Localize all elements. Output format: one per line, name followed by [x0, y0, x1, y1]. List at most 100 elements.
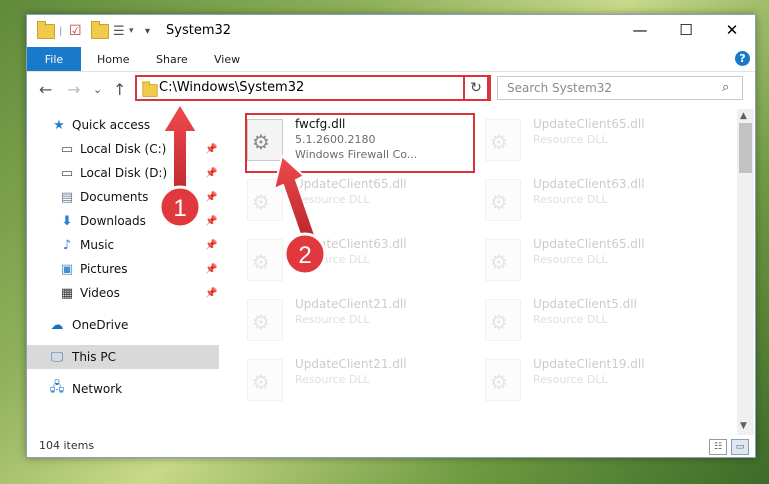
file-name: UpdateClient19.dll — [533, 357, 645, 371]
chevron-down-icon[interactable]: ▾ — [129, 21, 134, 41]
tab-share[interactable]: Share — [156, 47, 188, 71]
dll-file-icon — [485, 359, 521, 401]
sidebar-item-label: Network — [72, 382, 123, 396]
file-name: UpdateClient65.dll — [533, 117, 645, 131]
explorer-window: | ☑ ☰ ▾ ▾ System32 — ☐ ✕ File Home Share… — [26, 14, 756, 458]
picture-icon: ▣ — [60, 261, 74, 277]
file-name: UpdateClient65.dll — [533, 237, 645, 251]
navigation-bar: ← → ⌄ ↑ C:\Windows\System32 ⌄ ↻ Search S… — [27, 72, 755, 108]
properties-icon[interactable]: ☑ — [69, 21, 82, 41]
file-item[interactable]: UpdateClient63.dll Resource DLL — [237, 231, 467, 289]
sidebar-item-pictures[interactable]: ▣ Pictures 📌 — [27, 257, 219, 281]
file-item[interactable]: UpdateClient5.dll Resource DLL — [475, 291, 705, 349]
drive-icon: ▭ — [60, 165, 74, 181]
file-item[interactable]: UpdateClient21.dll Resource DLL — [237, 351, 467, 409]
network-icon: 🖧 — [49, 380, 65, 395]
file-name: UpdateClient21.dll — [295, 297, 407, 311]
pin-icon[interactable]: 📌 — [205, 240, 217, 251]
file-description: Resource DLL — [533, 373, 608, 386]
dll-file-icon — [247, 239, 283, 281]
file-item[interactable]: UpdateClient21.dll Resource DLL — [237, 291, 467, 349]
drive-icon: ▭ — [60, 141, 74, 157]
folder-icon — [37, 20, 55, 41]
sidebar-item-network[interactable]: 🖧 Network — [27, 377, 219, 401]
file-description: Resource DLL — [295, 373, 370, 386]
dll-file-icon — [247, 359, 283, 401]
sidebar-item-label: Local Disk (D:) — [80, 166, 168, 180]
sidebar-item-local-disk-d[interactable]: ▭ Local Disk (D:) 📌 — [27, 161, 219, 185]
scroll-down-icon[interactable]: ▼ — [740, 421, 747, 431]
address-text[interactable]: C:\Windows\System32 — [159, 80, 304, 95]
sidebar-item-label: Videos — [80, 286, 120, 300]
file-description: Resource DLL — [295, 193, 370, 206]
dll-file-icon — [485, 119, 521, 161]
scroll-up-icon[interactable]: ▲ — [740, 111, 747, 121]
title-bar: | ☑ ☰ ▾ ▾ System32 — ☐ ✕ — [27, 15, 755, 47]
star-icon: ★ — [53, 117, 65, 133]
pin-icon[interactable]: 📌 — [205, 288, 217, 299]
search-input[interactable]: Search System32 ⌕ — [497, 76, 743, 100]
sidebar-item-videos[interactable]: ▦ Videos 📌 — [27, 281, 219, 305]
file-item[interactable]: UpdateClient65.dll Resource DLL — [237, 171, 467, 229]
file-description: Resource DLL — [533, 313, 608, 326]
sidebar-item-label: Documents — [80, 190, 149, 204]
sidebar-item-quick-access[interactable]: ★ Quick access — [27, 113, 219, 137]
pin-icon[interactable]: 📌 — [205, 168, 217, 179]
sidebar-item-onedrive[interactable]: ☁ OneDrive — [27, 313, 219, 337]
file-item[interactable]: UpdateClient19.dll Resource DLL — [475, 351, 705, 409]
sidebar-item-this-pc[interactable]: 🖵 This PC — [27, 345, 219, 369]
document-icon: ▤ — [60, 189, 74, 205]
ribbon-tabs: File Home Share View ? — [27, 47, 755, 72]
sidebar-item-label: Downloads — [80, 214, 146, 228]
dll-file-icon — [485, 299, 521, 341]
up-button[interactable]: ↑ — [113, 80, 126, 99]
quick-access-toolbar-dropdown[interactable]: ▾ — [145, 21, 150, 41]
pin-icon[interactable]: 📌 — [205, 216, 217, 227]
file-description: Resource DLL — [533, 253, 608, 266]
forward-button[interactable]: → — [67, 80, 80, 99]
tab-home[interactable]: Home — [97, 47, 129, 71]
sidebar-item-documents[interactable]: ▤ Documents 📌 — [27, 185, 219, 209]
minimize-button[interactable]: — — [617, 15, 663, 45]
tab-file[interactable]: File — [27, 47, 81, 71]
file-item[interactable]: UpdateClient63.dll Resource DLL — [475, 171, 705, 229]
customize-icon[interactable]: ☰ — [113, 21, 125, 41]
item-count: 104 items — [39, 439, 95, 452]
file-name: UpdateClient5.dll — [533, 297, 637, 311]
back-button[interactable]: ← — [39, 80, 52, 99]
recent-locations-button[interactable]: ⌄ — [93, 83, 102, 96]
download-icon: ⬇ — [61, 213, 73, 229]
window-title: System32 — [166, 23, 232, 38]
pin-icon[interactable]: 📌 — [205, 192, 217, 203]
folder-icon — [142, 81, 158, 97]
maximize-button[interactable]: ☐ — [663, 15, 709, 45]
file-item[interactable]: UpdateClient65.dll Resource DLL — [475, 111, 705, 169]
address-bar[interactable]: C:\Windows\System32 ⌄ — [135, 75, 491, 101]
refresh-button[interactable]: ↻ — [463, 75, 489, 101]
close-button[interactable]: ✕ — [709, 15, 755, 45]
file-item[interactable]: UpdateClient65.dll Resource DLL — [475, 231, 705, 289]
file-name: UpdateClient63.dll — [533, 177, 645, 191]
details-view-icon[interactable]: ☷ — [709, 439, 727, 455]
scroll-thumb[interactable] — [739, 123, 752, 173]
help-button[interactable]: ? — [735, 51, 750, 66]
dll-file-icon — [485, 179, 521, 221]
search-icon[interactable]: ⌕ — [722, 80, 729, 95]
sidebar-item-downloads[interactable]: ⬇ Downloads 📌 — [27, 209, 219, 233]
vertical-scrollbar[interactable]: ▲ ▼ — [737, 109, 754, 435]
tab-view[interactable]: View — [214, 47, 240, 71]
file-highlight-box — [245, 113, 475, 173]
sidebar-item-label: Local Disk (C:) — [80, 142, 167, 156]
sidebar-item-label: OneDrive — [72, 318, 129, 332]
separator: | — [59, 25, 63, 37]
file-name: UpdateClient63.dll — [295, 237, 407, 251]
file-description: Resource DLL — [533, 133, 608, 146]
pin-icon[interactable]: 📌 — [205, 144, 217, 155]
large-icons-view-icon[interactable]: ▭ — [731, 439, 749, 455]
sidebar-item-local-disk-c[interactable]: ▭ Local Disk (C:) 📌 — [27, 137, 219, 161]
file-description: Resource DLL — [533, 193, 608, 206]
sidebar-item-music[interactable]: ♪ Music 📌 — [27, 233, 219, 257]
pin-icon[interactable]: 📌 — [205, 264, 217, 275]
new-folder-icon[interactable] — [91, 20, 109, 41]
sidebar-item-label: Pictures — [80, 262, 128, 276]
